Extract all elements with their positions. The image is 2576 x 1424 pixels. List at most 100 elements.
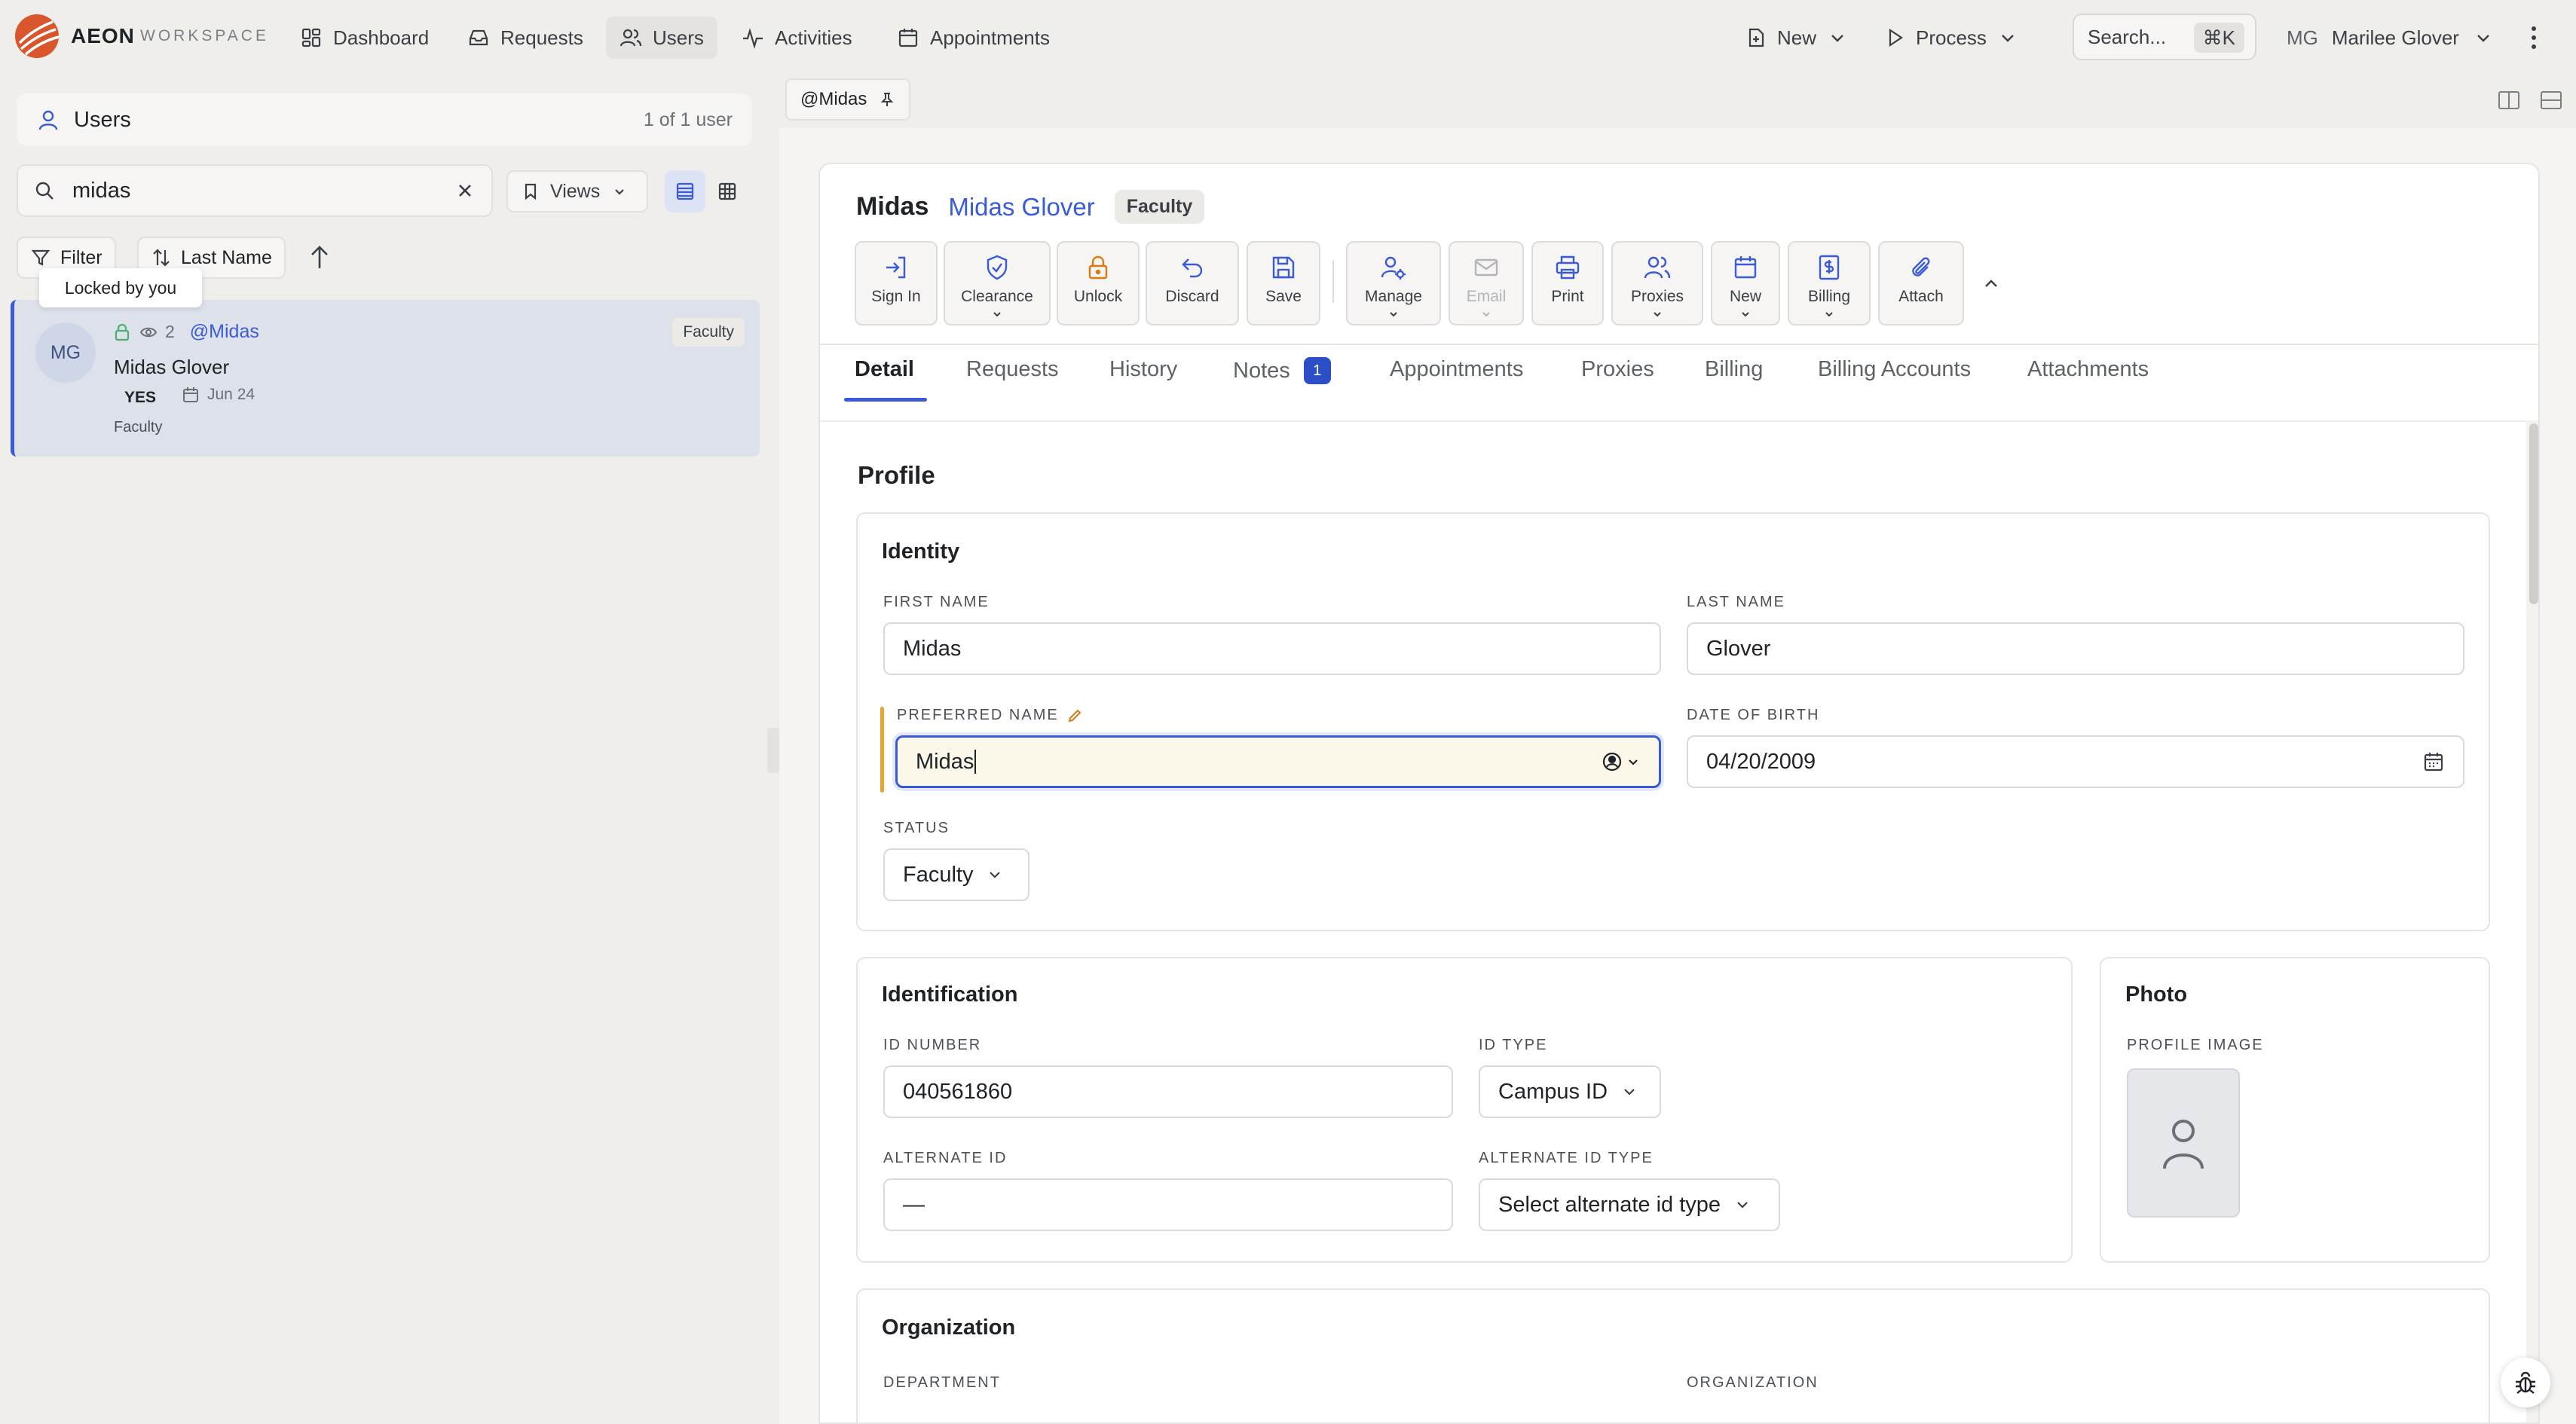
undo-icon xyxy=(1182,258,1203,278)
nav-dashboard[interactable]: Dashboard xyxy=(286,17,442,59)
views-button[interactable]: Views xyxy=(506,170,648,212)
bookmark-icon xyxy=(525,183,537,200)
alternate-id-type-select[interactable]: Select alternate id type xyxy=(1479,1178,1780,1231)
split-vertical-icon[interactable] xyxy=(2496,87,2522,113)
billing-button[interactable]: Billing xyxy=(1788,241,1871,325)
tab-proxies[interactable]: Proxies xyxy=(1581,357,1654,382)
user-gear-icon xyxy=(1381,256,1406,280)
split-horizontal-icon[interactable] xyxy=(2538,87,2564,113)
user-search-input[interactable]: midas xyxy=(17,164,493,217)
chevron-down-icon xyxy=(1482,312,1490,317)
process-menu-button[interactable]: Process xyxy=(1872,17,2030,59)
pin-icon[interactable] xyxy=(879,91,895,108)
billing-label: Billing xyxy=(1807,288,1851,305)
date-of-birth-field[interactable]: 04/20/2009 xyxy=(1687,735,2464,788)
tab-requests[interactable]: Requests xyxy=(966,357,1059,382)
last-name-field[interactable]: Glover xyxy=(1687,622,2464,675)
list-view-icon xyxy=(676,182,694,200)
global-search-button[interactable]: Search... ⌘K xyxy=(2073,14,2256,60)
first-name-label: FIRST NAME xyxy=(883,594,990,610)
clearance-button[interactable]: Clearance xyxy=(944,241,1051,325)
views-label: Views xyxy=(550,180,601,202)
status-select[interactable]: Faculty xyxy=(883,848,1029,901)
id-number-label: ID NUMBER xyxy=(883,1037,982,1053)
id-number-field[interactable]: 040561860 xyxy=(883,1065,1453,1118)
chevron-down-icon xyxy=(1831,35,1843,42)
global-search-label: Search... xyxy=(2088,25,2167,48)
chevron-up-icon[interactable] xyxy=(1979,271,2003,295)
print-label: Print xyxy=(1551,288,1584,305)
manage-label: Manage xyxy=(1365,288,1422,305)
save-label: Save xyxy=(1265,288,1302,305)
scrollbar-thumb[interactable] xyxy=(2529,423,2538,604)
user-menu-button[interactable]: MG Marilee Glover xyxy=(2287,17,2494,59)
user-handle: @Midas xyxy=(189,321,259,342)
sign-in-button[interactable]: Sign In xyxy=(855,241,938,325)
save-button[interactable]: Save xyxy=(1247,241,1320,325)
clearance-label: Clearance xyxy=(961,288,1033,305)
pronoun-picker[interactable] xyxy=(1602,751,1641,772)
lock-icon xyxy=(115,323,130,341)
tab-attachments[interactable]: Attachments xyxy=(2027,357,2149,382)
preferred-name-field[interactable]: Midas xyxy=(895,735,1661,788)
tab-history[interactable]: History xyxy=(1109,357,1177,382)
nav-requests[interactable]: Requests xyxy=(454,17,597,59)
last-name-value: Glover xyxy=(1706,636,1771,661)
attach-label: Attach xyxy=(1898,288,1944,305)
nav-users[interactable]: Users xyxy=(606,17,717,59)
manage-button[interactable]: Manage xyxy=(1346,241,1441,325)
close-icon[interactable] xyxy=(454,179,476,202)
toolbar-divider-line xyxy=(820,344,2538,345)
email-button[interactable]: Email xyxy=(1449,241,1524,325)
top-bar: AEON WORKSPACE Dashboard Requests Users … xyxy=(0,0,2576,74)
tab-detail[interactable]: Detail xyxy=(855,357,914,382)
calendar-icon[interactable] xyxy=(2422,750,2445,773)
list-view-toggle[interactable] xyxy=(665,170,705,212)
discard-button[interactable]: Discard xyxy=(1146,241,1239,325)
list-item[interactable]: MG 2 @Midas Midas Glover YES Jun 24 Facu… xyxy=(11,300,760,457)
record-title: Midas Midas Glover Faculty xyxy=(856,190,1205,224)
arrow-up-icon[interactable] xyxy=(306,243,333,273)
profile-image-upload[interactable] xyxy=(2127,1068,2240,1218)
chevron-down-icon xyxy=(615,189,625,195)
profile-section-title: Profile xyxy=(858,461,935,489)
attach-button[interactable]: Attach xyxy=(1878,241,1964,325)
unlock-button[interactable]: Unlock xyxy=(1057,241,1140,325)
record-tab[interactable]: @Midas xyxy=(785,78,911,121)
email-label: Email xyxy=(1466,288,1507,305)
tab-billing-accounts[interactable]: Billing Accounts xyxy=(1818,357,1971,382)
first-name-field[interactable]: Midas xyxy=(883,622,1661,675)
table-view-toggle[interactable] xyxy=(707,170,748,212)
tab-appointments[interactable]: Appointments xyxy=(1390,357,1523,382)
new-menu-button[interactable]: New xyxy=(1733,17,1860,59)
id-type-select[interactable]: Campus ID xyxy=(1479,1065,1661,1118)
users-count: 1 of 1 user xyxy=(643,108,733,130)
chevron-down-icon xyxy=(1654,312,1661,317)
sort-icon xyxy=(153,249,170,267)
chevron-down-icon xyxy=(993,312,1001,317)
eye-icon xyxy=(139,327,158,337)
record-full-name[interactable]: Midas Glover xyxy=(948,193,1094,222)
report-bug-button[interactable] xyxy=(2501,1358,2550,1407)
id-type-label: ID TYPE xyxy=(1479,1037,1548,1053)
proxies-button[interactable]: Proxies xyxy=(1611,241,1703,325)
new-appointment-button[interactable]: New xyxy=(1711,241,1780,325)
tab-billing[interactable]: Billing xyxy=(1705,357,1763,382)
alternate-id-field[interactable]: — xyxy=(883,1178,1453,1231)
aeon-logo-icon[interactable] xyxy=(14,13,60,60)
nav-activities[interactable]: Activities xyxy=(728,17,866,59)
panel-resize-handle[interactable] xyxy=(767,728,779,773)
sign-in-label: Sign In xyxy=(871,288,921,305)
print-button[interactable]: Print xyxy=(1531,241,1604,325)
nav-dashboard-label: Dashboard xyxy=(333,26,430,49)
nav-appointments[interactable]: Appointments xyxy=(883,17,1063,59)
more-vertical-icon[interactable] xyxy=(2525,21,2543,54)
record-tab-label: @Midas xyxy=(800,89,867,109)
tab-notes[interactable]: Notes 1 xyxy=(1233,357,1331,384)
chevron-down-icon xyxy=(1390,312,1397,317)
filter-label: Filter xyxy=(60,246,102,268)
filter-icon xyxy=(31,249,50,266)
date-of-birth-value: 04/20/2009 xyxy=(1706,749,1816,774)
tab-notes-label: Notes xyxy=(1233,358,1290,383)
nav-users-label: Users xyxy=(653,26,704,49)
